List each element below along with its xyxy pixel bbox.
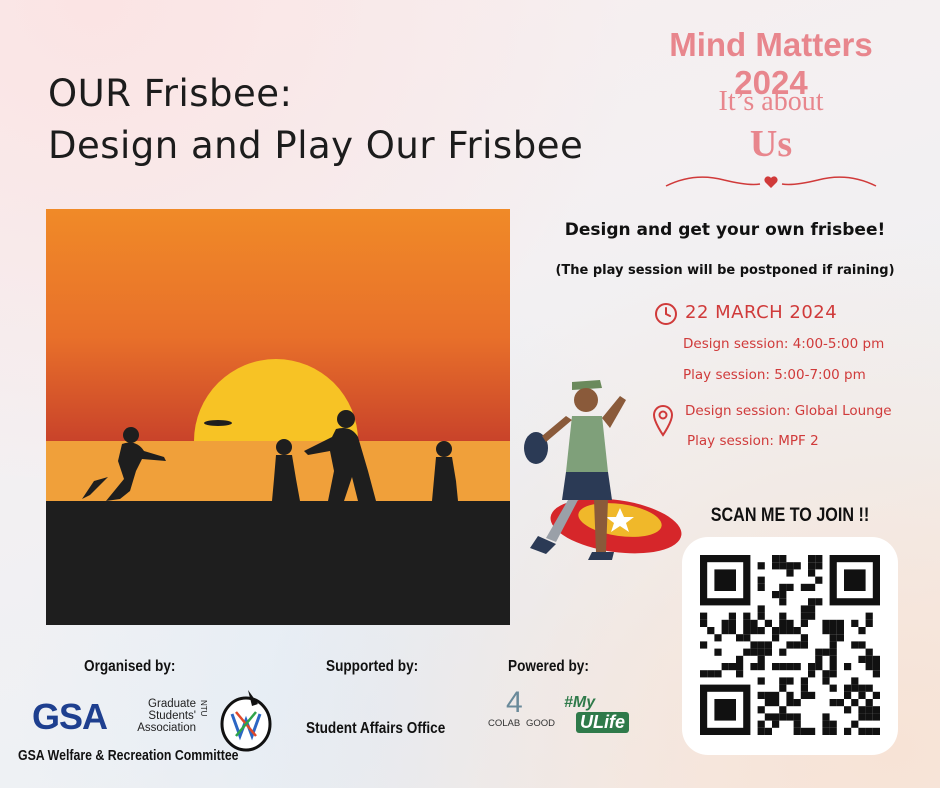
gsa-ntu: NTU xyxy=(199,700,208,717)
myulife-logo: #My ULife xyxy=(564,694,630,742)
welfare-committee-emblem xyxy=(220,690,272,752)
qr-code-card[interactable] xyxy=(682,537,898,755)
gsa-logo: GSA Graduate Students' Association NTU xyxy=(32,696,212,740)
supporter-name: Student Affairs Office xyxy=(306,720,446,737)
sunset-frisbee-illustration xyxy=(46,209,510,625)
qr-code[interactable] xyxy=(682,537,898,755)
tagline: Design and get your own frisbee! xyxy=(564,220,886,240)
myulife-line1: #My xyxy=(564,694,596,711)
powered-by-label: Powered by: xyxy=(508,658,589,675)
heart-divider xyxy=(665,176,877,188)
rain-note: (The play session will be postponed if r… xyxy=(555,263,895,278)
colab-number: 4 xyxy=(506,686,523,719)
gsa-mark: GSA xyxy=(32,696,108,737)
design-time: Design session: 4:00-5:00 pm xyxy=(683,336,885,352)
event-title-line2: Design and Play Our Frisbee xyxy=(48,124,584,167)
event-title-line1: OUR Frisbee: xyxy=(48,72,293,115)
heart-icon xyxy=(764,176,778,188)
play-venue: Play session: MPF 2 xyxy=(687,433,819,449)
gsa-name: Graduate Students' Association xyxy=(137,698,196,734)
organised-by-label: Organised by: xyxy=(84,658,176,675)
slogan-line2: Us xyxy=(749,123,793,165)
good-word: GOOD xyxy=(526,718,556,729)
committee-name: GSA Welfare & Recreation Committee xyxy=(18,748,239,764)
colab-word: COLAB xyxy=(488,718,521,729)
design-venue: Design session: Global Lounge xyxy=(685,403,892,419)
event-title: OUR Frisbee: Design and Play Our Frisbee xyxy=(48,68,583,172)
event-date: 22 MARCH 2024 xyxy=(685,302,838,323)
scan-cta: SCAN ME TO JOIN !! xyxy=(710,505,870,526)
slogan-line1: It’s about xyxy=(718,86,824,117)
myulife-line2: ULife xyxy=(576,712,629,733)
clock-icon xyxy=(655,303,677,325)
play-time: Play session: 5:00-7:00 pm xyxy=(683,367,866,383)
supported-by-label: Supported by: xyxy=(326,658,419,675)
frisbee-player-illustration xyxy=(524,380,682,560)
colab4good-logo: 4 COLAB GOOD xyxy=(484,686,562,740)
